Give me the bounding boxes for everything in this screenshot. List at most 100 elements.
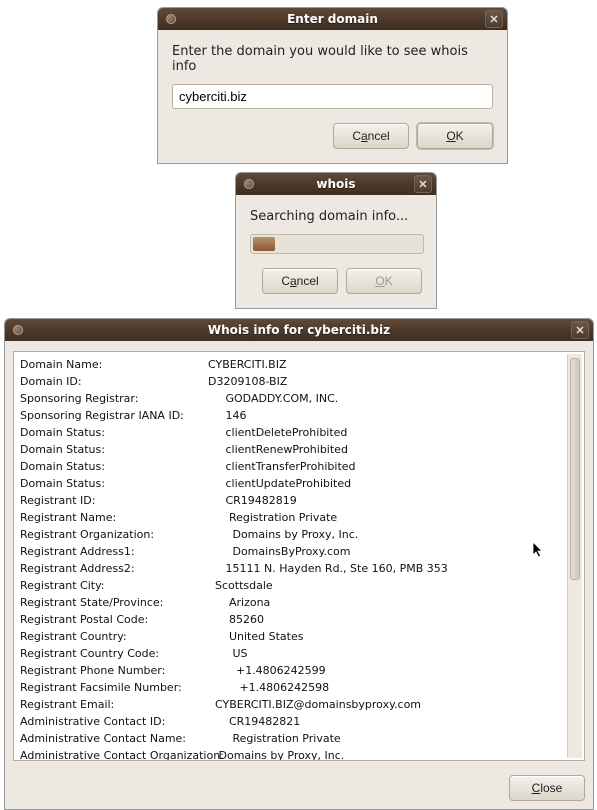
whois-row: Registrant Facsimile Number: +1.48062425… <box>20 679 566 696</box>
whois-value: DomainsByProxy.com <box>208 545 351 558</box>
whois-value: +1.4806242598 <box>208 681 329 694</box>
whois-value: clientTransferProhibited <box>208 460 356 473</box>
whois-value: Arizona <box>208 596 270 609</box>
whois-text-pane: Domain Name:CYBERCITI.BIZDomain ID:D3209… <box>13 351 585 761</box>
whois-key: Registrant Address2: <box>20 560 208 577</box>
whois-key: Registrant Postal Code: <box>20 611 208 628</box>
whois-value: clientRenewProhibited <box>208 443 348 456</box>
whois-progress-window: whois Searching domain info... Cancel OK <box>235 172 437 309</box>
whois-key: Registrant State/Province: <box>20 594 208 611</box>
whois-row: Registrant Name: Registration Private <box>20 509 566 526</box>
whois-row: Domain Status: clientRenewProhibited <box>20 441 566 458</box>
whois-row: Domain Status: clientUpdateProhibited <box>20 475 566 492</box>
whois-key: Domain ID: <box>20 373 208 390</box>
whois-key: Administrative Contact Organization: <box>20 747 208 760</box>
whois-row: Sponsoring Registrar IANA ID: 146 <box>20 407 566 424</box>
whois-row: Registrant Phone Number: +1.4806242599 <box>20 662 566 679</box>
progress-bar <box>250 234 424 254</box>
whois-key: Registrant Address1: <box>20 543 208 560</box>
whois-value: Domains by Proxy, Inc. <box>208 749 344 760</box>
whois-row: Administrative Contact ID: CR19482821 <box>20 713 566 730</box>
whois-value: clientUpdateProhibited <box>208 477 351 490</box>
whois-value: 15111 N. Hayden Rd., Ste 160, PMB 353 <box>208 562 448 575</box>
whois-row: Domain Name:CYBERCITI.BIZ <box>20 356 566 373</box>
titlebar[interactable]: whois <box>236 173 436 195</box>
cancel-button[interactable]: Cancel <box>262 268 338 294</box>
cancel-button[interactable]: Cancel <box>333 123 409 149</box>
whois-key: Registrant Country: <box>20 628 208 645</box>
whois-row: Registrant Country Code: US <box>20 645 566 662</box>
whois-key: Sponsoring Registrar IANA ID: <box>20 407 208 424</box>
whois-key: Domain Status: <box>20 475 208 492</box>
whois-key: Domain Status: <box>20 424 208 441</box>
whois-key: Administrative Contact ID: <box>20 713 208 730</box>
window-menu-icon[interactable] <box>166 14 176 24</box>
window-title: Whois info for cyberciti.biz <box>27 323 571 337</box>
whois-row: Registrant Email: CYBERCITI.BIZ@domainsb… <box>20 696 566 713</box>
whois-row: Registrant Address2: 15111 N. Hayden Rd.… <box>20 560 566 577</box>
whois-key: Registrant Organization: <box>20 526 208 543</box>
whois-value: Domains by Proxy, Inc. <box>208 528 358 541</box>
whois-value: United States <box>208 630 303 643</box>
whois-value: CYBERCITI.BIZ <box>208 358 287 371</box>
whois-key: Administrative Contact Name: <box>20 730 208 747</box>
whois-row: Registrant Postal Code: 85260 <box>20 611 566 628</box>
whois-value: Registration Private <box>208 511 337 524</box>
close-icon[interactable] <box>414 175 432 193</box>
whois-value: D3209108-BIZ <box>208 375 287 388</box>
whois-row: Administrative Contact Organization: Dom… <box>20 747 566 760</box>
whois-key: Domain Status: <box>20 458 208 475</box>
whois-row: Registrant State/Province: Arizona <box>20 594 566 611</box>
whois-key: Registrant Email: <box>20 696 208 713</box>
titlebar[interactable]: Enter domain <box>158 8 507 30</box>
ok-button: OK <box>346 268 422 294</box>
whois-row: Registrant City: Scottsdale <box>20 577 566 594</box>
whois-value: clientDeleteProhibited <box>208 426 347 439</box>
scrollbar-vertical[interactable] <box>567 354 582 758</box>
whois-row: Domain Status: clientTransferProhibited <box>20 458 566 475</box>
whois-row: Domain ID:D3209108-BIZ <box>20 373 566 390</box>
whois-value: 85260 <box>208 613 264 626</box>
whois-key: Domain Status: <box>20 441 208 458</box>
whois-row: Domain Status: clientDeleteProhibited <box>20 424 566 441</box>
whois-row: Administrative Contact Name: Registratio… <box>20 730 566 747</box>
whois-key: Registrant Name: <box>20 509 208 526</box>
whois-info-window: Whois info for cyberciti.biz Domain Name… <box>4 318 594 810</box>
window-title: Enter domain <box>180 12 485 26</box>
window-menu-icon[interactable] <box>13 325 23 335</box>
whois-key: Sponsoring Registrar: <box>20 390 208 407</box>
prompt-label: Enter the domain you would like to see w… <box>172 44 493 74</box>
titlebar[interactable]: Whois info for cyberciti.biz <box>5 319 593 341</box>
whois-row: Registrant ID: CR19482819 <box>20 492 566 509</box>
whois-value: Scottsdale <box>208 579 273 592</box>
whois-key: Registrant Phone Number: <box>20 662 208 679</box>
whois-key: Registrant Facsimile Number: <box>20 679 208 696</box>
whois-value: Registration Private <box>208 732 341 745</box>
close-icon[interactable] <box>571 321 589 339</box>
whois-value: US <box>208 647 248 660</box>
status-label: Searching domain info... <box>250 209 422 224</box>
whois-value: 146 <box>208 409 246 422</box>
whois-key: Registrant ID: <box>20 492 208 509</box>
whois-value: CYBERCITI.BIZ@domainsbyproxy.com <box>208 698 421 711</box>
ok-button[interactable]: OK <box>417 123 493 149</box>
close-button[interactable]: Close <box>509 775 585 801</box>
enter-domain-window: Enter domain Enter the domain you would … <box>157 7 508 164</box>
whois-row: Registrant Organization: Domains by Prox… <box>20 526 566 543</box>
window-title: whois <box>258 177 414 191</box>
whois-key: Domain Name: <box>20 356 208 373</box>
whois-value: CR19482819 <box>208 494 297 507</box>
whois-key: Registrant Country Code: <box>20 645 208 662</box>
close-icon[interactable] <box>485 10 503 28</box>
whois-row: Registrant Country: United States <box>20 628 566 645</box>
whois-key: Registrant City: <box>20 577 208 594</box>
whois-value: CR19482821 <box>208 715 300 728</box>
whois-value: +1.4806242599 <box>208 664 326 677</box>
whois-row: Sponsoring Registrar: GODADDY.COM, INC. <box>20 390 566 407</box>
whois-value: GODADDY.COM, INC. <box>208 392 338 405</box>
window-menu-icon[interactable] <box>244 179 254 189</box>
scrollbar-thumb[interactable] <box>570 358 580 580</box>
domain-input[interactable] <box>172 84 493 109</box>
whois-row: Registrant Address1: DomainsByProxy.com <box>20 543 566 560</box>
progress-chunk <box>253 237 275 251</box>
